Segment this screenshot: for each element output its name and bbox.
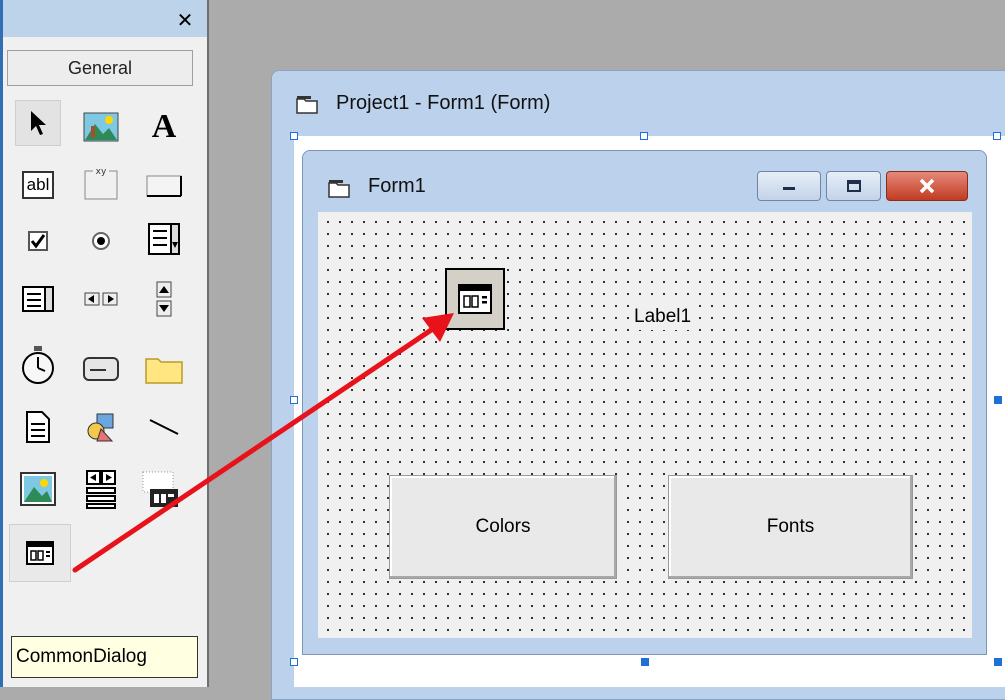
- colors-button[interactable]: Colors: [389, 475, 617, 579]
- resize-handle-right[interactable]: [994, 396, 1002, 404]
- minimize-button[interactable]: [757, 171, 821, 201]
- line-icon[interactable]: [141, 404, 187, 450]
- commondialog-control[interactable]: [445, 268, 505, 330]
- resize-handle-bottom-right[interactable]: [994, 658, 1002, 666]
- label-icon[interactable]: A: [141, 104, 187, 150]
- form-window-icon: [296, 96, 318, 114]
- filelistbox-icon[interactable]: [15, 404, 61, 450]
- listbox-icon[interactable]: [15, 276, 61, 322]
- resize-handle-top-right[interactable]: [993, 132, 1001, 140]
- svg-text:xy: xy: [96, 167, 107, 177]
- toolbox-titlebar: ✕: [3, 0, 207, 37]
- combobox-icon[interactable]: [141, 216, 187, 262]
- resize-handle-bottom[interactable]: [641, 658, 649, 666]
- resize-handle-top-left[interactable]: [290, 132, 298, 140]
- toolbox-panel: ✕ General A abl xy CommonDialog: [0, 0, 209, 687]
- resize-handle-bottom-left[interactable]: [290, 658, 298, 666]
- toolbox-close-button[interactable]: ✕: [173, 9, 197, 31]
- label1-control[interactable]: Label1: [634, 304, 692, 330]
- fonts-button[interactable]: Fonts: [668, 475, 913, 579]
- picturebox-icon[interactable]: [78, 104, 124, 150]
- shape-icon[interactable]: [78, 404, 124, 450]
- dirlistbox-icon[interactable]: [141, 346, 187, 392]
- ole-icon[interactable]: [137, 466, 183, 512]
- data-icon[interactable]: [78, 466, 124, 512]
- vscrollbar-icon[interactable]: [141, 276, 187, 322]
- frame-icon[interactable]: xy: [78, 160, 124, 206]
- hscrollbar-icon[interactable]: [78, 276, 124, 322]
- close-button[interactable]: [886, 171, 968, 201]
- timer-icon[interactable]: [15, 342, 61, 388]
- minimize-icon: [758, 172, 820, 200]
- form1-icon: [328, 180, 350, 198]
- toolbox-general-tab[interactable]: General: [7, 50, 193, 86]
- textbox-icon[interactable]: abl: [15, 162, 61, 208]
- resize-handle-top[interactable]: [640, 132, 648, 140]
- commandbutton-icon[interactable]: [141, 162, 187, 208]
- commondialog-icon[interactable]: [9, 524, 71, 582]
- image-icon[interactable]: [15, 466, 61, 512]
- drivelistbox-icon[interactable]: [78, 346, 124, 392]
- close-icon: [887, 172, 967, 200]
- maximize-icon: [827, 172, 880, 200]
- maximize-button[interactable]: [826, 171, 881, 201]
- form1-title: Form1: [368, 175, 426, 197]
- resize-handle-left[interactable]: [290, 396, 298, 404]
- pointer-icon[interactable]: [15, 100, 61, 146]
- commondialog-tooltip: CommonDialog: [11, 636, 198, 678]
- optionbutton-icon[interactable]: [78, 218, 124, 264]
- checkbox-icon[interactable]: [15, 218, 61, 264]
- commondialog-control-icon: [458, 284, 492, 314]
- project-window-title: Project1 - Form1 (Form): [336, 92, 551, 114]
